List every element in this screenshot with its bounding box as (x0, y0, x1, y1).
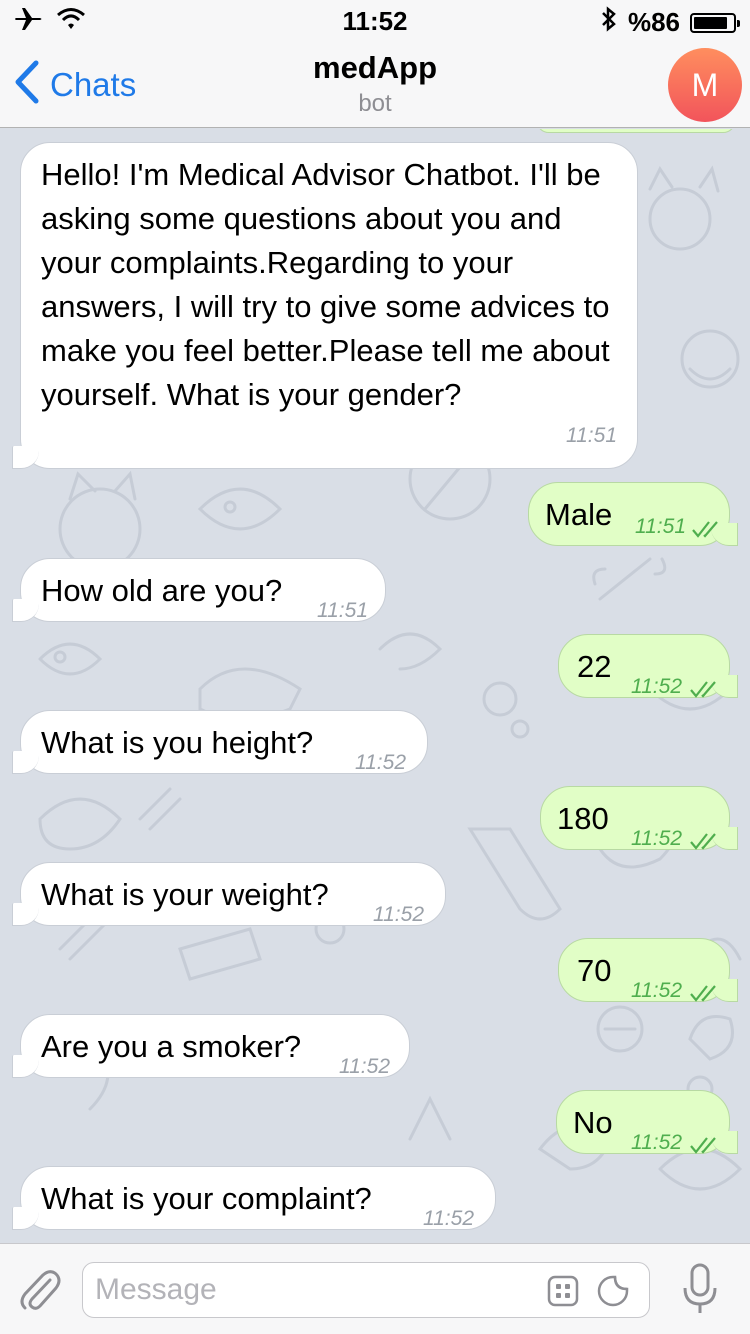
avatar[interactable]: M (668, 48, 742, 122)
chat-title: medApp (313, 50, 437, 85)
message-time: 11:52 (373, 903, 424, 926)
status-bar: 11:52 %86 (0, 0, 750, 40)
double-check-icon (689, 1123, 719, 1167)
battery-level (694, 16, 727, 29)
message-time: 11:52 (631, 979, 682, 1002)
message-text: What is your weight? (41, 877, 329, 912)
message-text: 22 (577, 649, 612, 684)
nav-bar: Chats medApp bot M (0, 40, 750, 128)
message-time: 11:52 (355, 751, 406, 774)
status-right: %86 (600, 6, 740, 39)
outgoing-message[interactable]: 70 11:52 (558, 938, 738, 1002)
incoming-message[interactable]: What is your weight? 11:52 (20, 862, 446, 926)
sticker-icon (596, 1275, 630, 1312)
sticker-button[interactable] (596, 1274, 630, 1313)
message-time: 11:52 (631, 675, 682, 698)
message-text: 70 (577, 953, 612, 988)
bluetooth-icon (600, 6, 618, 39)
double-check-icon (689, 819, 719, 863)
outgoing-message[interactable]: 180 11:52 (540, 786, 738, 850)
incoming-message[interactable]: How old are you? 11:51 (20, 558, 386, 622)
message-text: Hello! I'm Medical Advisor Chatbot. I'll… (41, 157, 610, 412)
keyboard-icon (546, 1275, 580, 1312)
outgoing-message[interactable]: Male 11:51 (528, 482, 738, 546)
avatar-initial: M (691, 66, 719, 103)
message-text: 180 (557, 801, 609, 836)
previous-message-edge (536, 129, 736, 133)
incoming-message[interactable]: What is you height? 11:52 (20, 710, 428, 774)
chat-subtitle: bot (358, 90, 392, 117)
message-time: 11:52 (631, 1131, 682, 1154)
message-time: 11:51 (566, 424, 617, 447)
paperclip-icon (16, 1270, 62, 1318)
message-time: 11:52 (423, 1207, 474, 1230)
double-check-icon (689, 667, 719, 711)
attach-button[interactable] (16, 1266, 62, 1319)
outgoing-message[interactable]: 22 11:52 (558, 634, 738, 698)
message-text: What is your complaint? (41, 1181, 372, 1216)
chat-title-block[interactable]: medApp bot (0, 50, 750, 118)
message-text: No (573, 1105, 613, 1140)
message-time: 11:52 (631, 827, 682, 850)
microphone-button[interactable] (680, 1262, 720, 1321)
message-time: 11:51 (317, 599, 368, 622)
battery-percent: %86 (627, 7, 680, 37)
keyboard-button[interactable] (546, 1274, 580, 1313)
message-text: Male (545, 497, 613, 532)
message-text: What is you height? (41, 725, 314, 760)
input-bar (0, 1243, 750, 1334)
message-time: 11:52 (339, 1055, 390, 1078)
double-check-icon (691, 507, 721, 551)
battery-icon (690, 12, 740, 33)
incoming-message[interactable]: Are you a smoker? 11:52 (20, 1014, 410, 1078)
microphone-icon (680, 1263, 720, 1320)
message-text: Are you a smoker? (41, 1029, 302, 1064)
outgoing-message[interactable]: No 11:52 (556, 1090, 738, 1154)
incoming-message[interactable]: What is your complaint? 11:52 (20, 1166, 496, 1230)
chat-area[interactable]: Hello! I'm Medical Advisor Chatbot. I'll… (0, 129, 750, 1242)
message-text: How old are you? (41, 573, 283, 608)
incoming-message[interactable]: Hello! I'm Medical Advisor Chatbot. I'll… (20, 142, 638, 469)
message-time: 11:51 (635, 515, 686, 538)
double-check-icon (689, 971, 719, 1015)
